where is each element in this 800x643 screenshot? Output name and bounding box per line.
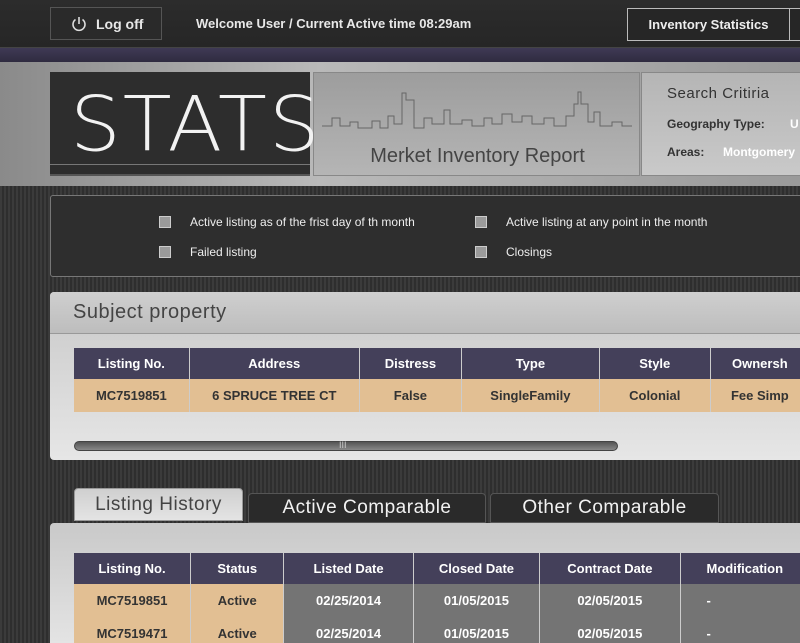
table-cell: Active xyxy=(190,617,285,643)
geography-label: Geography Type: xyxy=(667,117,765,131)
legend-item-failed[interactable]: Failed listing xyxy=(159,245,257,259)
table-header-row: Listing No. Address Distress Type Style … xyxy=(74,348,800,379)
search-criteria: Search Critiria Geography Type: U Areas:… xyxy=(641,72,800,176)
subject-table: Listing No. Address Distress Type Style … xyxy=(74,348,800,412)
column-header: Modification xyxy=(680,553,800,584)
table-cell: MC7519471 xyxy=(74,617,192,643)
column-header: Listing No. xyxy=(74,348,190,379)
search-title: Search Critiria xyxy=(667,85,770,102)
panel-title: Subject property xyxy=(50,292,800,334)
welcome-text: Welcome User / Current Active time 08:29… xyxy=(196,16,472,31)
stats-title: STATS xyxy=(70,80,322,169)
skyline-icon xyxy=(322,91,632,129)
table-cell: 6 SPRUCE TREE CT xyxy=(189,379,360,412)
legend-label: Active listing as of the frist day of th… xyxy=(190,215,415,229)
legend-checkbox[interactable] xyxy=(475,246,487,258)
scroll-grip-icon[interactable]: III xyxy=(339,440,347,450)
history-table: Listing No. Status Listed Date Closed Da… xyxy=(74,553,800,643)
legend-checkbox[interactable] xyxy=(475,216,487,228)
legend-item-closings[interactable]: Closings xyxy=(475,245,552,259)
table-cell: 02/25/2014 xyxy=(283,617,414,643)
column-header: Closed Date xyxy=(413,553,541,584)
column-header: Ownersh xyxy=(710,348,800,379)
table-cell: Fee Simp xyxy=(710,379,800,412)
column-header: Distress xyxy=(359,348,462,379)
table-cell: Active xyxy=(190,584,285,617)
horizontal-scrollbar[interactable]: III xyxy=(74,440,618,451)
column-header: Style xyxy=(599,348,711,379)
column-header: Type xyxy=(461,348,600,379)
table-cell: 02/05/2015 xyxy=(539,617,681,643)
logoff-button[interactable]: Log off xyxy=(50,7,162,40)
table-cell: - xyxy=(680,617,800,643)
report-title: Merket Inventory Report xyxy=(370,145,585,167)
areas-label: Areas: xyxy=(667,145,705,159)
column-header: Contract Date xyxy=(539,553,681,584)
table-header-row: Listing No. Status Listed Date Closed Da… xyxy=(74,553,800,584)
legend-item-active-first-day[interactable]: Active listing as of the frist day of th… xyxy=(159,215,415,229)
table-cell: - xyxy=(680,584,800,617)
table-cell: Colonial xyxy=(599,379,711,412)
next-nav-button[interactable] xyxy=(789,8,800,41)
table-cell: 02/25/2014 xyxy=(283,584,414,617)
geography-value: U xyxy=(790,117,799,131)
areas-value: Montgomery xyxy=(723,145,795,159)
power-icon xyxy=(72,16,86,31)
table-cell: SingleFamily xyxy=(461,379,600,412)
logoff-label: Log off xyxy=(96,15,144,32)
column-header: Listing No. xyxy=(74,553,192,584)
table-cell: False xyxy=(359,379,462,412)
legend-item-active-any-point[interactable]: Active listing at any point in the month xyxy=(475,215,707,229)
column-header: Address xyxy=(189,348,360,379)
tab-other-comparable[interactable]: Other Comparable xyxy=(490,493,719,523)
report-banner: Merket Inventory Report xyxy=(313,72,640,176)
listing-history-panel: Listing No. Status Listed Date Closed Da… xyxy=(50,523,800,643)
column-header: Status xyxy=(190,553,285,584)
legend-label: Closings xyxy=(506,245,553,259)
legend-label: Active listing at any point in the month xyxy=(506,215,708,229)
table-row[interactable]: MC7519471 Active 02/25/2014 01/05/2015 0… xyxy=(74,617,800,643)
subject-property-panel: Subject property Listing No. Address Dis… xyxy=(50,292,800,460)
inventory-statistics-button[interactable]: Inventory Statistics xyxy=(627,8,790,41)
table-cell: 02/05/2015 xyxy=(539,584,681,617)
stats-logo: STATS xyxy=(50,72,320,176)
legend-panel: Active listing as of the frist day of th… xyxy=(50,195,800,277)
legend-checkbox[interactable] xyxy=(159,216,171,228)
table-row[interactable]: MC7519851 Active 02/25/2014 01/05/2015 0… xyxy=(74,584,800,617)
legend-label: Failed listing xyxy=(190,245,257,259)
column-header: Listed Date xyxy=(283,553,414,584)
divider xyxy=(50,164,310,165)
table-cell: 01/05/2015 xyxy=(413,584,541,617)
table-cell: MC7519851 xyxy=(74,379,190,412)
table-cell: 01/05/2015 xyxy=(413,617,541,643)
legend-checkbox[interactable] xyxy=(159,246,171,258)
tab-active-comparable[interactable]: Active Comparable xyxy=(248,493,486,523)
accent-strip xyxy=(0,48,800,62)
table-cell: MC7519851 xyxy=(74,584,192,617)
top-bar: Log off Welcome User / Current Active ti… xyxy=(0,0,800,48)
table-row[interactable]: MC7519851 6 SPRUCE TREE CT False SingleF… xyxy=(74,379,800,412)
tab-listing-history[interactable]: Listing History xyxy=(74,488,243,521)
